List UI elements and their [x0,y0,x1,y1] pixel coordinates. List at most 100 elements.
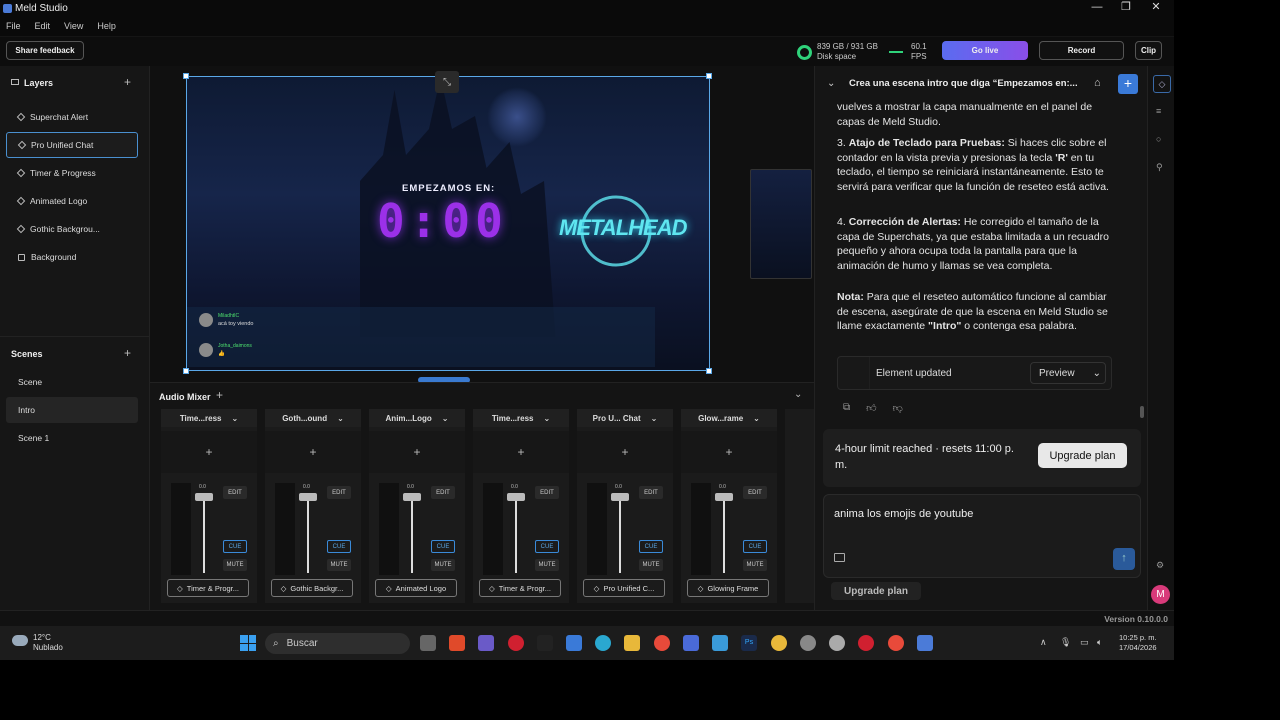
microphone-icon[interactable]: 🎙︎ [1060,637,1071,648]
chat-icon[interactable]: ○ [1156,134,1161,144]
upgrade-plan-link[interactable]: Upgrade plan [831,582,921,600]
resize-handle[interactable] [183,73,189,79]
layer-pro-unified-chat[interactable]: Pro Unified Chat [6,132,138,158]
edit-button[interactable]: EDIT [431,486,455,499]
tiktok-icon[interactable] [537,635,553,651]
scene-item-scene-1[interactable]: Scene 1 [6,425,138,451]
cue-button[interactable]: CUE [743,540,767,553]
add-filter-button[interactable]: + [681,431,777,473]
taskbar-search[interactable]: ⌕ Buscar [265,633,410,654]
channel-source-button[interactable]: ◇ Pro Unified C... [583,579,665,597]
menu-help[interactable]: Help [97,21,116,31]
weather-widget[interactable]: 12°C Nublado [33,633,63,653]
upgrade-plan-button[interactable]: Upgrade plan [1038,443,1127,468]
layer-superchat-alert[interactable]: Superchat Alert [6,104,138,130]
cue-button[interactable]: CUE [431,540,455,553]
home-icon[interactable]: ⌂ [1094,77,1101,89]
channel-source-button[interactable]: ◇ Gothic Backgr... [271,579,353,597]
cue-button[interactable]: CUE [535,540,559,553]
mute-button[interactable]: MUTE [327,559,351,571]
add-scene-button[interactable]: + [124,346,131,360]
add-filter-button[interactable]: + [265,431,361,473]
volume-fader[interactable] [307,495,309,573]
mute-button[interactable]: MUTE [431,559,455,571]
photos-icon[interactable] [712,635,728,651]
cue-button[interactable]: CUE [327,540,351,553]
volume-fader[interactable] [619,495,621,573]
scene-item-scene[interactable]: Scene [6,369,138,395]
volume-fader[interactable] [203,495,205,573]
restore-button[interactable]: ❐ [1111,0,1141,16]
brave-icon[interactable] [449,635,465,651]
layer-background[interactable]: Background [6,244,138,270]
record-button[interactable]: Record [1039,41,1124,60]
volume-fader[interactable] [411,495,413,573]
fader-knob[interactable] [507,493,525,501]
photoshop-icon[interactable]: Ps [741,635,757,651]
mute-button[interactable]: MUTE [223,559,247,571]
chrome-icon-2[interactable] [888,635,904,651]
resize-handle[interactable] [183,368,189,374]
edge-icon[interactable] [595,635,611,651]
cue-button[interactable]: CUE [639,540,663,553]
new-chat-button[interactable]: + [1118,74,1138,94]
file-explorer-icon[interactable] [624,635,640,651]
volume-fader[interactable] [723,495,725,573]
add-filter-button[interactable]: + [161,431,257,473]
fader-knob[interactable] [299,493,317,501]
mute-button[interactable]: MUTE [639,559,663,571]
channel-source-button[interactable]: ◇ Timer & Progr... [167,579,249,597]
user-avatar[interactable]: M [1151,585,1170,604]
volume-fader[interactable] [515,495,517,573]
channel-header[interactable]: Pro U... Chat ⌄ [577,409,673,427]
edit-button[interactable]: EDIT [535,486,559,499]
meld-studio-taskbar-icon[interactable] [917,635,933,651]
resize-handle[interactable] [706,368,712,374]
plugin-icon[interactable]: ⚲ [1156,162,1163,173]
scene-item-intro[interactable]: Intro [6,397,138,423]
teams-icon[interactable] [478,635,494,651]
send-button[interactable]: ↑ [1113,548,1135,570]
add-filter-button[interactable]: + [577,431,673,473]
countdown-timer[interactable]: 0:00 [377,194,508,248]
channel-source-button[interactable]: ◇ Glowing Frame [687,579,769,597]
menu-file[interactable]: File [6,21,21,31]
menu-edit[interactable]: Edit [35,21,51,31]
add-audio-button[interactable]: + [216,388,223,402]
channel-source-button[interactable]: ◇ Animated Logo [375,579,457,597]
edit-button[interactable]: EDIT [743,486,767,499]
add-filter-button[interactable]: + [473,431,569,473]
channel-header[interactable]: Time...ress ⌄ [161,409,257,427]
add-filter-button[interactable]: + [369,431,465,473]
share-feedback-button[interactable]: Share feedback [6,41,84,60]
edit-button[interactable]: EDIT [639,486,663,499]
opera-icon[interactable] [508,635,524,651]
image-icon[interactable] [834,553,845,562]
edit-button[interactable]: EDIT [327,486,351,499]
recorder-icon[interactable] [858,635,874,651]
channel-header[interactable]: Anim...Logo ⌄ [369,409,465,427]
chrome-profile-icon[interactable] [771,635,787,651]
mute-button[interactable]: MUTE [535,559,559,571]
minimize-button[interactable]: — [1082,0,1112,16]
task-view-icon[interactable] [420,635,436,651]
fader-knob[interactable] [403,493,421,501]
network-icon[interactable]: ▭ [1080,637,1089,648]
clip-button[interactable]: Clip [1135,41,1162,60]
thumbs-down-icon[interactable]: 👎︎ [893,402,903,414]
scrollbar[interactable] [1140,406,1144,418]
chat-input-text[interactable]: anima los emojis de youtube [834,508,973,520]
chat-input[interactable]: anima los emojis de youtube ↑ [823,494,1141,578]
copy-icon[interactable]: ⧉ [843,402,850,414]
layer-animated-logo[interactable]: Animated Logo [6,188,138,214]
settings-taskbar-icon[interactable] [829,635,845,651]
chevron-down-icon[interactable]: ⌄ [794,389,802,400]
store-icon[interactable] [566,635,582,651]
list-icon[interactable]: ≡ [1156,106,1161,116]
edit-button[interactable]: EDIT [223,486,247,499]
channel-source-button[interactable]: ◇ Timer & Progr... [479,579,561,597]
app-icon-blue[interactable] [683,635,699,651]
mute-button[interactable]: MUTE [743,559,767,571]
channel-header[interactable]: Glow...rame ⌄ [681,409,777,427]
menu-view[interactable]: View [64,21,83,31]
